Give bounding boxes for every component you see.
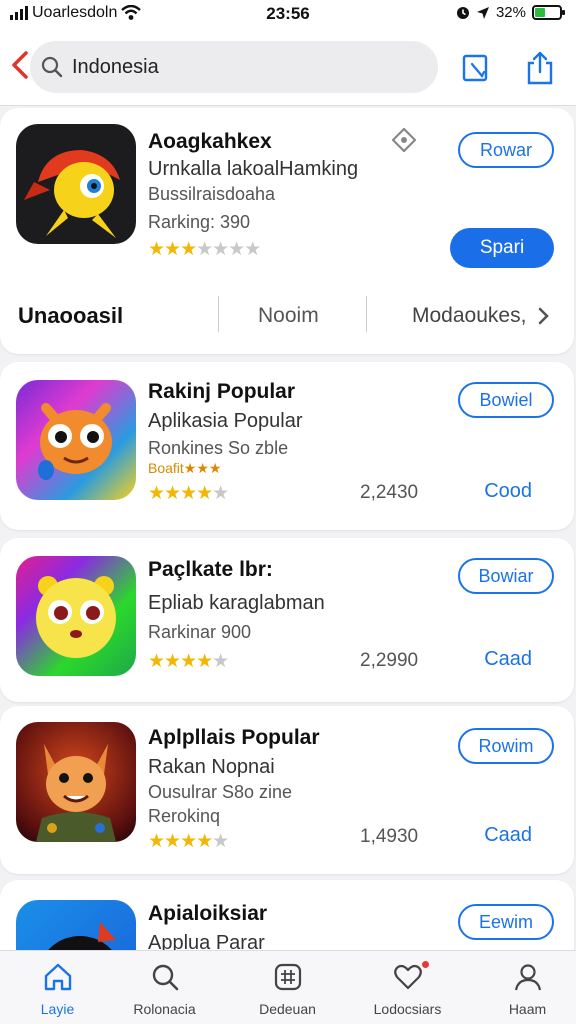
tab-label: Layie <box>40 1001 75 1017</box>
app-card[interactable]: Aplpllais Popular Rakan Nopnai Ousulrar … <box>0 706 574 874</box>
tab-profile[interactable]: Haam <box>470 951 576 1024</box>
rating-stars: ★★★★★ <box>148 651 229 672</box>
tab-label: Dedeuan <box>259 1001 316 1017</box>
tab-grid[interactable]: Dedeuan <box>230 951 345 1024</box>
grid-icon <box>274 963 301 991</box>
app-title: Apialoiksiar <box>148 902 268 925</box>
app-subtitle: Aplikasia Popular <box>148 410 303 432</box>
featured-app-ranking: Rarking: 390 <box>148 212 251 232</box>
app-card[interactable]: Paçlkate lbr: Epliab karaglabman Rarkina… <box>0 538 574 702</box>
segment-tab-3[interactable]: Modaoukes, <box>412 296 526 336</box>
segment-tab-2[interactable]: Nooim <box>258 296 319 336</box>
app-line: Ousulrar S8o zine <box>148 782 293 802</box>
battery-icon <box>532 5 565 20</box>
rating-stars: ★★★★★ <box>148 831 229 852</box>
featured-app-subtitle: Urnkalla lakoalHamking <box>148 158 359 180</box>
tab-favorites[interactable]: Lodocsiars <box>350 951 465 1024</box>
edit-icon[interactable] <box>460 50 492 86</box>
app-action-button[interactable]: Bowiar <box>458 558 554 594</box>
search-icon <box>152 964 178 991</box>
app-link[interactable]: Cood <box>484 480 532 503</box>
featured-app-title: Aoagkahkex <box>148 130 272 153</box>
status-bar: Uoarlesdoln 23:56 32% <box>0 0 576 28</box>
app-link[interactable]: Caad <box>484 824 532 847</box>
diamond-icon <box>392 128 416 152</box>
notification-dot <box>422 961 429 968</box>
app-line: Rarkinar 900 <box>148 622 252 642</box>
featured-app-icon <box>16 124 136 244</box>
app-line: Rerokinq <box>148 806 221 826</box>
app-icon <box>16 556 136 676</box>
app-line: Boafit★★★ <box>148 460 222 476</box>
app-subtitle: Rakan Nopnai <box>148 756 275 778</box>
app-title: Paçlkate lbr: <box>148 558 273 581</box>
tab-bar: Layie Rolonacia Dedeuan Lodocsiars Haam <box>0 950 576 1024</box>
rating-stars: ★★★★★ <box>148 483 229 504</box>
rating-count: 2,2430 <box>360 482 419 503</box>
location-icon <box>476 6 489 19</box>
app-line: Ronkines So zble <box>148 438 289 458</box>
app-action-button[interactable]: Rowim <box>458 728 554 764</box>
featured-primary-button[interactable]: Spari <box>450 228 554 268</box>
heart-icon <box>393 964 422 990</box>
app-card[interactable]: Rakinj Popular Aplikasia Popular Ronkine… <box>0 362 574 530</box>
chevron-right-icon[interactable] <box>536 306 552 326</box>
tab-search[interactable]: Rolonacia <box>107 951 222 1024</box>
share-icon[interactable] <box>524 50 556 86</box>
rating-count: 1,4930 <box>360 826 419 847</box>
tab-label: Lodocsiars <box>373 1001 442 1017</box>
app-action-button[interactable]: Bowiel <box>458 382 554 418</box>
home-icon <box>44 963 71 991</box>
rating-count: 2,2990 <box>360 650 419 671</box>
profile-icon <box>514 964 541 991</box>
app-icon <box>16 722 136 842</box>
app-title: Aplpllais Popular <box>148 726 320 749</box>
tab-home[interactable]: Layie <box>0 951 115 1024</box>
app-action-button[interactable]: Eewim <box>458 904 554 940</box>
app-subtitle: Epliab karaglabman <box>148 592 325 614</box>
search-bar[interactable]: Indonesia <box>30 41 438 93</box>
alarm-icon <box>456 6 469 19</box>
search-icon <box>41 56 63 78</box>
app-title: Rakinj Popular <box>148 380 296 403</box>
search-input[interactable]: Indonesia <box>72 56 159 79</box>
app-icon <box>16 380 136 500</box>
tab-label: Rolonacia <box>133 1001 196 1017</box>
featured-outline-button[interactable]: Rowar <box>458 132 554 168</box>
featured-rating-stars: ★★★★★★★ <box>148 239 261 260</box>
app-link[interactable]: Caad <box>484 648 532 671</box>
segment-divider <box>218 296 219 332</box>
nav-header: Indonesia <box>0 28 576 106</box>
battery-percent: 32% <box>495 4 526 21</box>
tab-label: Haam <box>508 1001 547 1017</box>
segment-tab-1[interactable]: Unaooasil <box>18 296 123 336</box>
segment-divider <box>366 296 367 332</box>
status-right: 32% <box>456 4 565 21</box>
back-chevron-icon[interactable] <box>8 50 32 80</box>
featured-app-line: Bussilraisdoaha <box>148 184 276 204</box>
